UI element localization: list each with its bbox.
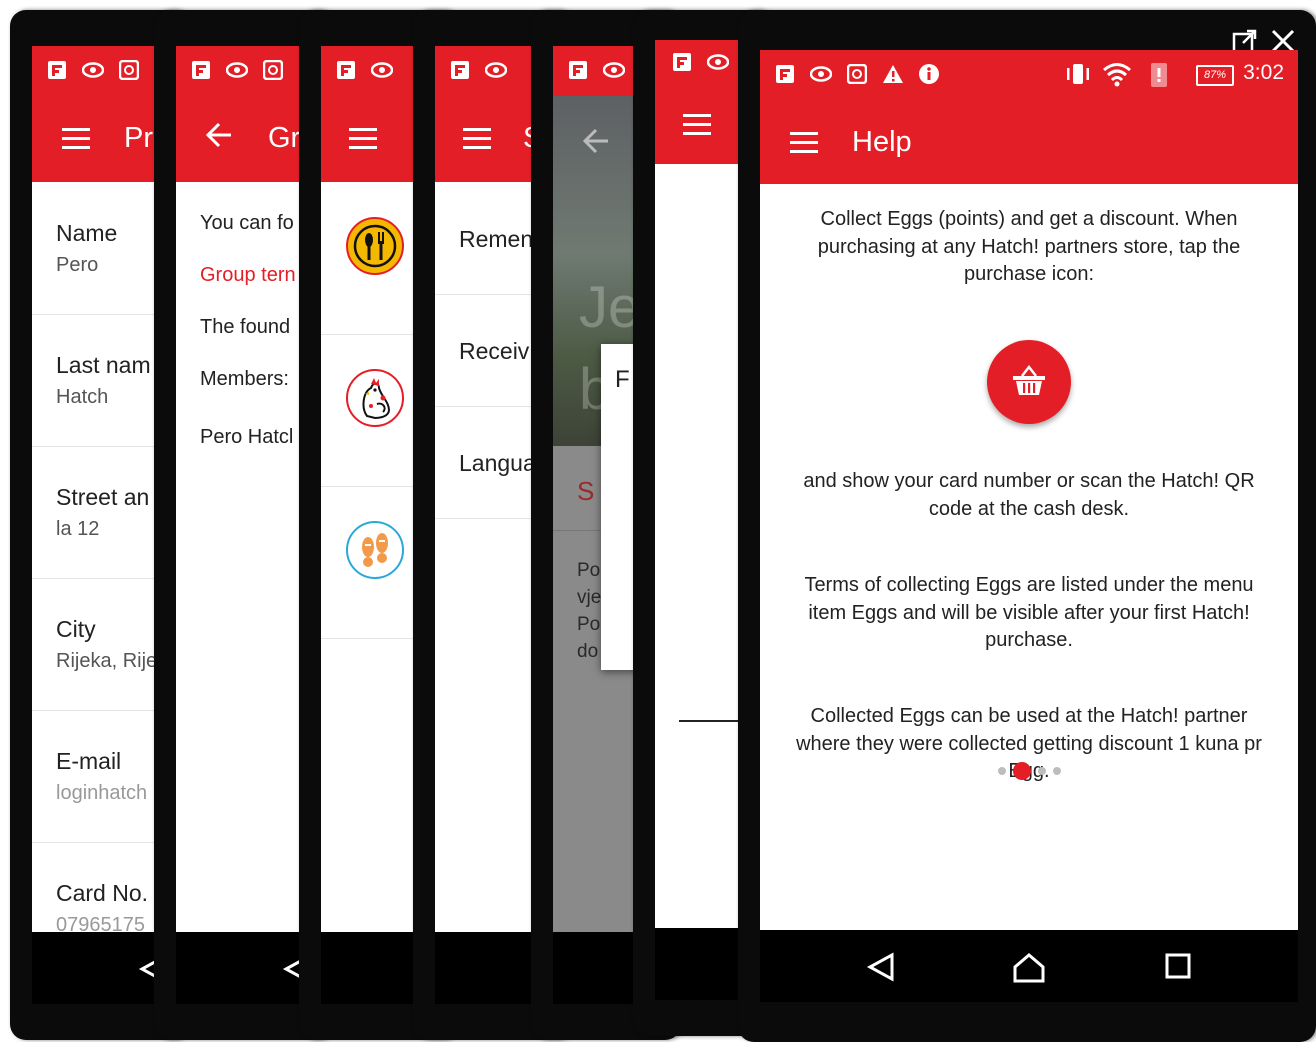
chicken-icon [346,369,404,427]
restaurant-icon [346,217,404,275]
group-members: Members: [200,368,289,390]
eye-icon [707,51,729,73]
field-label: Street an [56,484,150,510]
flipboard-icon [335,59,357,81]
flipboard-icon [567,59,589,81]
settings-item-label: Langua [459,450,536,476]
group-terms-link[interactable]: Group tern [200,264,296,287]
flipboard-icon [449,59,471,81]
home-nav-icon[interactable] [1012,952,1046,984]
purchase-button[interactable] [987,340,1071,424]
field-label: City [56,616,96,642]
navigation-bar [760,930,1298,1002]
menu-icon[interactable] [683,114,711,141]
group-text: You can fo [200,212,294,234]
body-line: Po [577,614,601,635]
page-title: Pr [124,122,153,154]
flipboard-icon [671,51,693,73]
status-time: 3:02 [1243,61,1284,84]
page-title: Gr [268,122,301,154]
eye-icon [82,59,104,81]
page-dot-active[interactable] [1012,762,1031,780]
field-value: Hatch [56,386,109,408]
page-dot[interactable] [1037,767,1046,775]
flipboard-icon [774,63,796,85]
eye-icon [371,59,393,81]
help-paragraph: Collect Eggs (points) and get a discount… [817,208,1241,285]
flipboard-icon [190,59,212,81]
settings-item-label: Remen [459,226,534,252]
field-label: Name [56,220,118,246]
field-value: la 12 [56,518,100,540]
field-value: Pero [56,254,99,276]
hatch-icon [846,63,868,85]
app-bar: Help [760,100,1298,184]
eye-icon [603,59,625,81]
body-line: Po [577,560,601,581]
hatch-icon [262,59,284,81]
page-title: Help [852,126,912,158]
group-founder: The found [200,316,291,338]
field-label: Card No. [56,880,149,906]
back-nav-icon[interactable] [866,952,896,982]
menu-icon[interactable] [349,128,377,155]
field-value: Rijeka, Rije [56,650,158,672]
status-bar: 87% 3:02 [760,50,1298,100]
menu-icon[interactable] [463,128,491,155]
field-value: loginhatch [56,782,148,804]
page-dot[interactable] [1052,767,1061,775]
page-indicator [760,762,1298,780]
menu-icon[interactable] [62,128,90,155]
warning-icon [882,63,904,85]
overlay-title: Je [579,275,641,340]
footprints-icon [346,521,404,579]
page-dot[interactable] [997,767,1006,775]
flipboard-icon [46,59,68,81]
field-label: Last nam [56,352,151,378]
phone-help: 87% 3:02 Help Collect Eggs (points) and … [738,10,1316,1042]
vibrate-icon [1067,64,1089,84]
help-paragraph: and show your card number or scan the Ha… [803,470,1255,520]
settings-item-label: Receiv [459,338,530,364]
help-screen: 87% 3:02 Help Collect Eggs (points) and … [760,50,1298,1002]
back-arrow-icon[interactable] [581,126,611,156]
group-member-name: Pero Hatcl [200,426,294,448]
eye-icon [810,63,832,85]
battery-icon: 87% [1196,65,1234,86]
eye-icon [485,59,507,81]
sim-icon [1151,63,1167,87]
info-icon [918,63,940,85]
basket-icon [1013,364,1045,395]
dialog-title: F [615,366,630,393]
wifi-icon [1103,63,1131,87]
menu-icon[interactable] [790,132,818,159]
help-paragraph: Terms of collecting Eggs are listed unde… [804,574,1254,651]
eye-icon [226,59,248,81]
section-title: S [577,476,595,506]
body-line: do [577,641,599,662]
back-arrow-icon[interactable] [204,120,234,150]
recents-nav-icon[interactable] [1164,952,1192,980]
body-line: vje [577,587,602,608]
hatch-icon [118,59,140,81]
field-label: E-mail [56,748,122,774]
